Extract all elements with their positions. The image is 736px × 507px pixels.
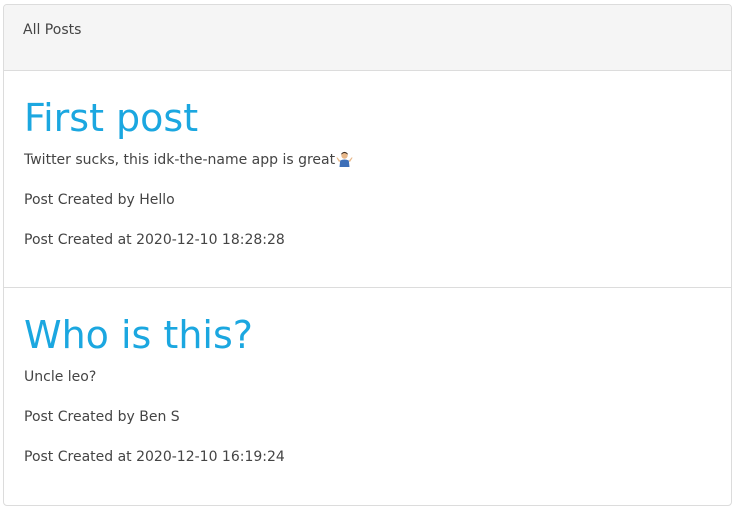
panel-heading: All Posts [4, 5, 731, 71]
person-shrugging-icon [336, 151, 353, 167]
post-author: Post Created by Ben S [24, 409, 180, 425]
post-body: Twitter sucks, this idk-the-name app is … [24, 151, 711, 169]
post-card: First post Twitter sucks, this idk-the-n… [4, 71, 731, 288]
panel-heading-label: All Posts [23, 22, 82, 38]
post-author: Post Created by Hello [24, 192, 175, 208]
posts-panel: All Posts First post Twitter sucks, this… [3, 4, 732, 506]
post-title[interactable]: Who is this? [24, 314, 711, 356]
post-body: Uncle leo? [24, 369, 97, 385]
post-card: Who is this? Uncle leo? Post Created by … [4, 288, 731, 505]
post-date: Post Created at 2020-12-10 18:28:28 [24, 232, 285, 248]
post-body-text: Twitter sucks, this idk-the-name app is … [24, 152, 336, 168]
post-date: Post Created at 2020-12-10 16:19:24 [24, 449, 285, 465]
post-title[interactable]: First post [24, 97, 711, 139]
